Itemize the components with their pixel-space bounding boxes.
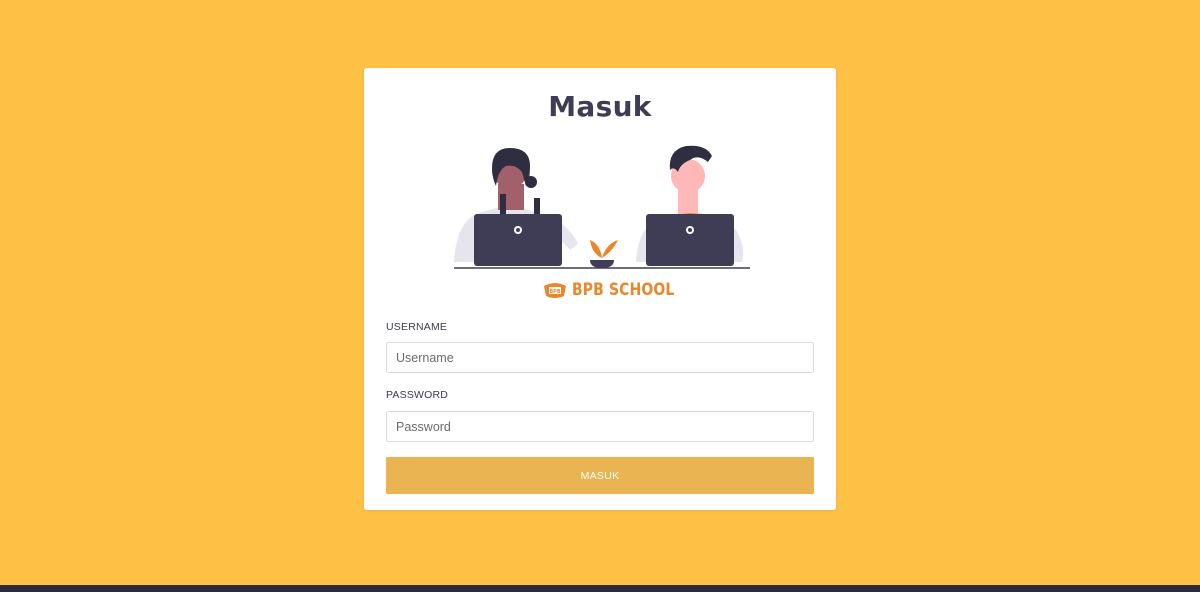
- password-input[interactable]: [386, 411, 814, 442]
- password-label: PASSWORD: [386, 389, 449, 401]
- username-label: USERNAME: [386, 321, 448, 333]
- page-title: Masuk: [548, 90, 652, 123]
- bpb-school-crest-icon: BPB: [544, 283, 566, 298]
- laptop-people-illustration: [454, 145, 750, 269]
- username-input[interactable]: [386, 342, 814, 373]
- login-card: Masuk BPB BPB SCHOOL USERNAME Username P…: [364, 68, 836, 510]
- logo-text: BPB SCHOOL: [572, 280, 675, 300]
- login-button[interactable]: MASUK: [386, 457, 814, 494]
- svg-text:BPB: BPB: [549, 289, 560, 295]
- bottom-bar: [0, 585, 1200, 592]
- school-logo: BPB BPB SCHOOL: [542, 280, 697, 300]
